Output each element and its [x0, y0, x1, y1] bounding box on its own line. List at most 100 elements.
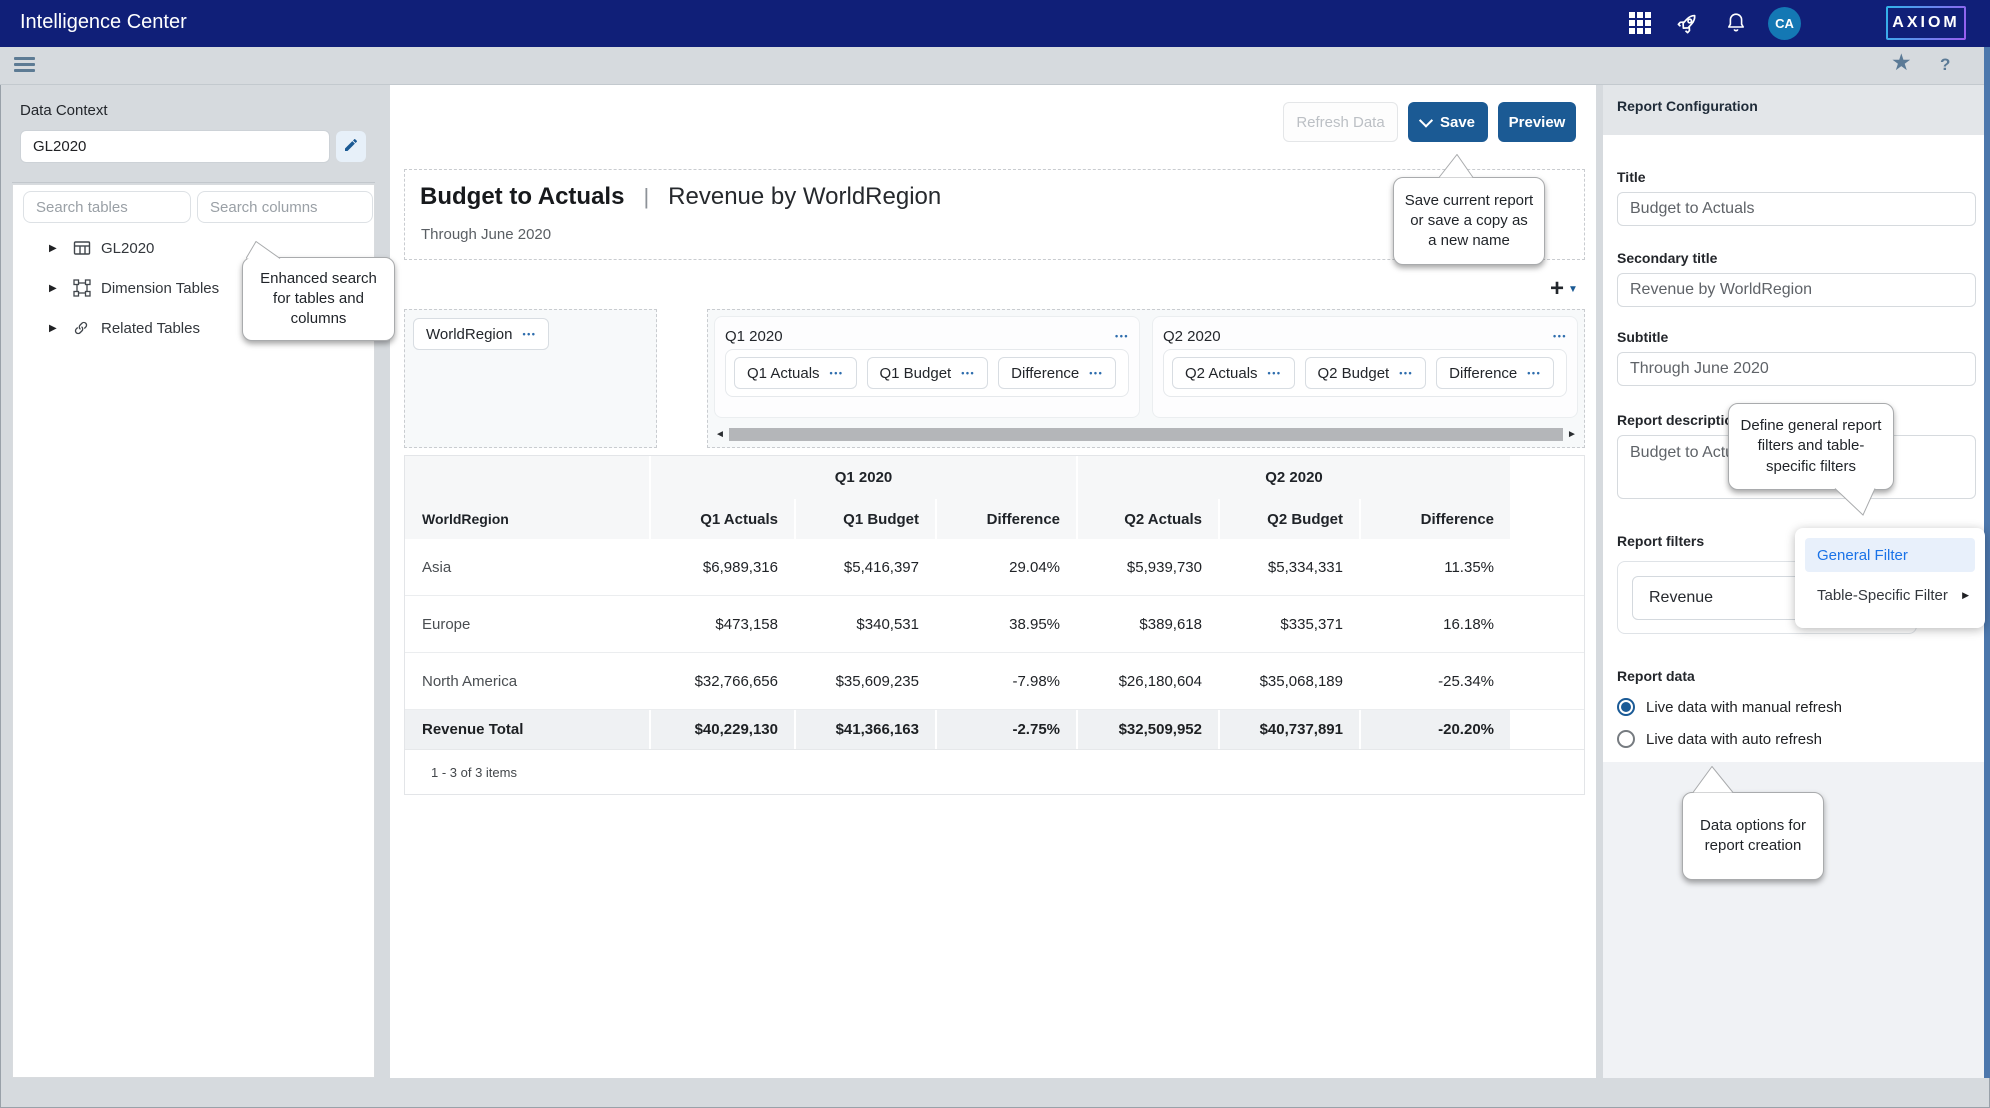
search-columns-input[interactable] [197, 191, 373, 223]
value-cell: $35,068,189 [1218, 653, 1359, 709]
q2-difference-chip[interactable]: Difference ••• [1436, 357, 1554, 389]
value-cell: 16.18% [1359, 596, 1510, 652]
user-avatar[interactable]: CA [1768, 7, 1801, 40]
axiom-logo: AXIOM [1886, 6, 1966, 40]
report-data-table: Q1 2020 Q2 2020 WorldRegion Q1 Actuals Q… [404, 455, 1585, 795]
column-groups-dropzone[interactable]: Q1 2020 ••• Q1 Actuals ••• Q1 Budget •••… [707, 309, 1585, 448]
column-header: Q1 Actuals [649, 499, 794, 539]
table-pager: 1 - 3 of 3 items [405, 749, 1584, 794]
expand-caret-icon[interactable]: ▶ [49, 283, 61, 294]
group-chip-holder: Q2 Actuals ••• Q2 Budget ••• Difference … [1163, 349, 1567, 397]
chip-label: Difference [1011, 365, 1079, 382]
title-field-label: Title [1617, 169, 1976, 185]
value-cell: 38.95% [935, 596, 1076, 652]
more-options-icon[interactable]: ••• [1268, 368, 1282, 378]
more-options-icon[interactable]: ••• [1115, 331, 1129, 341]
more-options-icon[interactable]: ••• [961, 368, 975, 378]
column-group-q1[interactable]: Q1 2020 ••• Q1 Actuals ••• Q1 Budget •••… [714, 316, 1140, 418]
tooltip-pointer [1439, 154, 1475, 178]
sidebar-divider [12, 182, 375, 183]
submenu-arrow-icon: ▶ [1962, 590, 1969, 601]
secondary-toolbar: ★ ? [0, 47, 1990, 85]
title-separator: | [643, 184, 649, 210]
save-button[interactable]: Save [1408, 102, 1488, 142]
report-subtitle: Through June 2020 [421, 226, 551, 243]
value-cell: $26,180,604 [1076, 653, 1218, 709]
chip-label: Q2 Budget [1318, 365, 1390, 382]
radio-live-auto-refresh[interactable]: Live data with auto refresh [1617, 730, 1976, 748]
tooltip-pointer [1833, 488, 1877, 516]
app-grid-icon[interactable] [1628, 11, 1654, 37]
tree-item-label: GL2020 [101, 240, 154, 257]
refresh-data-button[interactable]: Refresh Data [1283, 102, 1398, 142]
more-options-icon[interactable]: ••• [1553, 331, 1567, 341]
data-context-label: Data Context [20, 102, 108, 119]
q2-actuals-chip[interactable]: Q2 Actuals ••• [1172, 357, 1295, 389]
tooltip-pointer [1693, 766, 1735, 793]
plus-icon: + [1550, 275, 1564, 303]
total-value-cell: -2.75% [935, 710, 1076, 749]
panel-title: Report Configuration [1603, 85, 1990, 135]
rocket-icon[interactable] [1674, 10, 1700, 36]
more-options-icon[interactable]: ••• [522, 329, 536, 339]
value-cell: 11.35% [1359, 539, 1510, 595]
help-icon[interactable]: ? [1940, 55, 1950, 75]
report-filters-label: Report filters [1617, 533, 1704, 549]
value-cell: $5,334,331 [1218, 539, 1359, 595]
more-options-icon[interactable]: ••• [1399, 368, 1413, 378]
menu-item-general-filter[interactable]: General Filter [1805, 538, 1975, 572]
favorite-star-icon[interactable]: ★ [1891, 49, 1912, 76]
group-header-filler [1510, 456, 1584, 499]
total-value-cell: $32,509,952 [1076, 710, 1218, 749]
pencil-icon [343, 137, 359, 156]
data-context-input[interactable] [20, 130, 330, 163]
tree-item-label: Dimension Tables [101, 280, 219, 297]
horizontal-scrollbar[interactable]: ◄ ► [714, 427, 1578, 442]
more-options-icon[interactable]: ••• [1089, 368, 1103, 378]
scroll-right-icon[interactable]: ► [1566, 429, 1578, 440]
column-header: Difference [935, 499, 1076, 539]
row-dimension-dropzone[interactable]: WorldRegion ••• [404, 309, 657, 448]
group-header-cell [405, 456, 649, 499]
add-column-button[interactable]: + ▼ [1550, 275, 1578, 303]
more-options-icon[interactable]: ••• [1527, 368, 1541, 378]
report-data-label: Report data [1617, 668, 1976, 684]
q1-difference-chip[interactable]: Difference ••• [998, 357, 1116, 389]
expand-caret-icon[interactable]: ▶ [49, 243, 61, 254]
value-cell: $5,939,730 [1076, 539, 1218, 595]
q1-actuals-chip[interactable]: Q1 Actuals ••• [734, 357, 857, 389]
search-tables-input[interactable] [23, 191, 191, 223]
menu-hamburger-icon[interactable] [14, 57, 35, 74]
save-callout-tooltip: Save current report or save a copy as a … [1393, 177, 1545, 265]
dimension-tables-icon [73, 279, 93, 297]
scroll-left-icon[interactable]: ◄ [714, 429, 726, 440]
chevron-down-icon [1419, 114, 1433, 128]
menu-item-table-specific-filter[interactable]: Table-Specific Filter ▶ [1805, 578, 1975, 612]
q2-budget-chip[interactable]: Q2 Budget ••• [1305, 357, 1427, 389]
scrollbar-thumb[interactable] [729, 428, 1563, 441]
column-group-q2[interactable]: Q2 2020 ••• Q2 Actuals ••• Q2 Budget •••… [1152, 316, 1578, 418]
edit-context-button[interactable] [336, 131, 366, 162]
table-grid-icon [73, 239, 93, 257]
group-chip-holder: Q1 Actuals ••• Q1 Budget ••• Difference … [725, 349, 1129, 397]
secondary-title-field-input[interactable] [1617, 273, 1976, 307]
chip-label: Difference [1449, 365, 1517, 382]
radio-unselected-icon[interactable] [1617, 730, 1635, 748]
worldregion-chip[interactable]: WorldRegion ••• [413, 318, 549, 350]
more-options-icon[interactable]: ••• [830, 368, 844, 378]
radio-live-manual-refresh[interactable]: Live data with manual refresh [1617, 698, 1976, 716]
radio-selected-icon[interactable] [1617, 698, 1635, 716]
report-builder-canvas: Refresh Data Save Preview Budget to Actu… [390, 85, 1596, 1078]
radio-label: Live data with auto refresh [1646, 731, 1822, 748]
preview-button[interactable]: Preview [1498, 102, 1576, 142]
column-header: Difference [1359, 499, 1510, 539]
subtitle-field-input[interactable] [1617, 352, 1976, 386]
subtitle-field-label: Subtitle [1617, 329, 1976, 345]
revenue-filter-chip[interactable]: Revenue [1632, 576, 1804, 620]
intelligence-center-app: Intelligence Center [0, 0, 1990, 1108]
report-title-row: Budget to Actuals | Revenue by WorldRegi… [420, 183, 941, 211]
expand-caret-icon[interactable]: ▶ [49, 323, 61, 334]
q1-budget-chip[interactable]: Q1 Budget ••• [867, 357, 989, 389]
notifications-bell-icon[interactable] [1724, 11, 1750, 37]
title-field-input[interactable] [1617, 192, 1976, 226]
